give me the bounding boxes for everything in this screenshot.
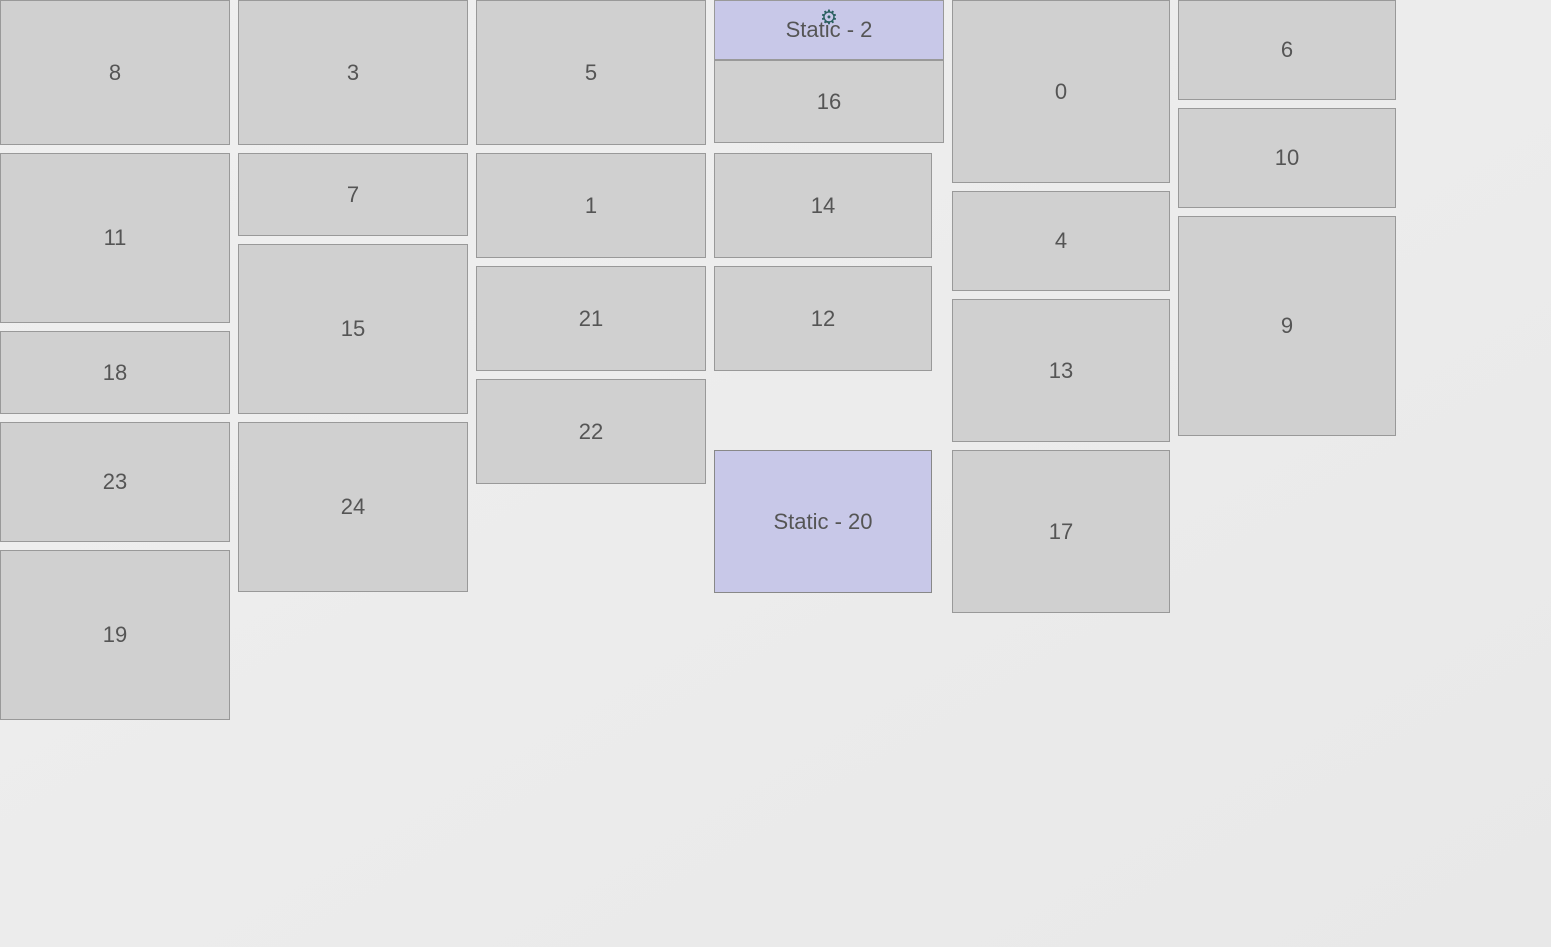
- static-20-label: Static - 20: [773, 509, 872, 535]
- tile-label-9: 9: [1281, 313, 1293, 339]
- tile-13[interactable]: 13: [952, 299, 1170, 442]
- tile-label-0: 0: [1055, 79, 1067, 105]
- tile-18[interactable]: 18: [0, 331, 230, 414]
- tile-label-7: 7: [347, 182, 359, 208]
- tile-4[interactable]: 4: [952, 191, 1170, 291]
- tile-label-12: 12: [811, 306, 835, 332]
- tile-label-14: 14: [811, 193, 835, 219]
- tile-label-13: 13: [1049, 358, 1073, 384]
- tile-11[interactable]: 11: [0, 153, 230, 323]
- tile-label-22: 22: [579, 419, 603, 445]
- grid-container: 83506117114104152112139182223241719⚙Stat…: [0, 0, 1551, 947]
- tile-label-3: 3: [347, 60, 359, 86]
- tile-0[interactable]: 0: [952, 0, 1170, 183]
- static-2-container[interactable]: ⚙Static - 2 16: [714, 0, 944, 143]
- tile-3[interactable]: 3: [238, 0, 468, 145]
- tile-label-17: 17: [1049, 519, 1073, 545]
- tile-label-15: 15: [341, 316, 365, 342]
- tile-label-24: 24: [341, 494, 365, 520]
- static-20-tile[interactable]: Static - 20: [714, 450, 932, 593]
- tile-14[interactable]: 14: [714, 153, 932, 258]
- tile-12[interactable]: 12: [714, 266, 932, 371]
- static-2-bottom: 16: [714, 60, 944, 143]
- tile-label-18: 18: [103, 360, 127, 386]
- tile-label-1: 1: [585, 193, 597, 219]
- tile-label-4: 4: [1055, 228, 1067, 254]
- tile-5[interactable]: 5: [476, 0, 706, 145]
- tile-label-8: 8: [109, 60, 121, 86]
- tile-1[interactable]: 1: [476, 153, 706, 258]
- gear-icon: ⚙: [820, 5, 838, 30]
- tile-15[interactable]: 15: [238, 244, 468, 414]
- tile-label-6: 6: [1281, 37, 1293, 63]
- tile-label-11: 11: [104, 225, 127, 251]
- tile-label-19: 19: [103, 622, 127, 648]
- tile-24[interactable]: 24: [238, 422, 468, 592]
- tile-22[interactable]: 22: [476, 379, 706, 484]
- tile-21[interactable]: 21: [476, 266, 706, 371]
- tile-label-21: 21: [579, 306, 603, 332]
- tile-label-23: 23: [103, 469, 127, 495]
- tile-label-10: 10: [1275, 145, 1299, 171]
- static-2-top: ⚙Static - 2: [714, 0, 944, 60]
- tile-10[interactable]: 10: [1178, 108, 1396, 208]
- tile-17[interactable]: 17: [952, 450, 1170, 613]
- tile-19[interactable]: 19: [0, 550, 230, 720]
- tile-8[interactable]: 8: [0, 0, 230, 145]
- tile-7[interactable]: 7: [238, 153, 468, 236]
- tile-6[interactable]: 6: [1178, 0, 1396, 100]
- tile-label-5: 5: [585, 60, 597, 86]
- static-2-sublabel: 16: [817, 89, 841, 115]
- tile-9[interactable]: 9: [1178, 216, 1396, 436]
- tile-23[interactable]: 23: [0, 422, 230, 542]
